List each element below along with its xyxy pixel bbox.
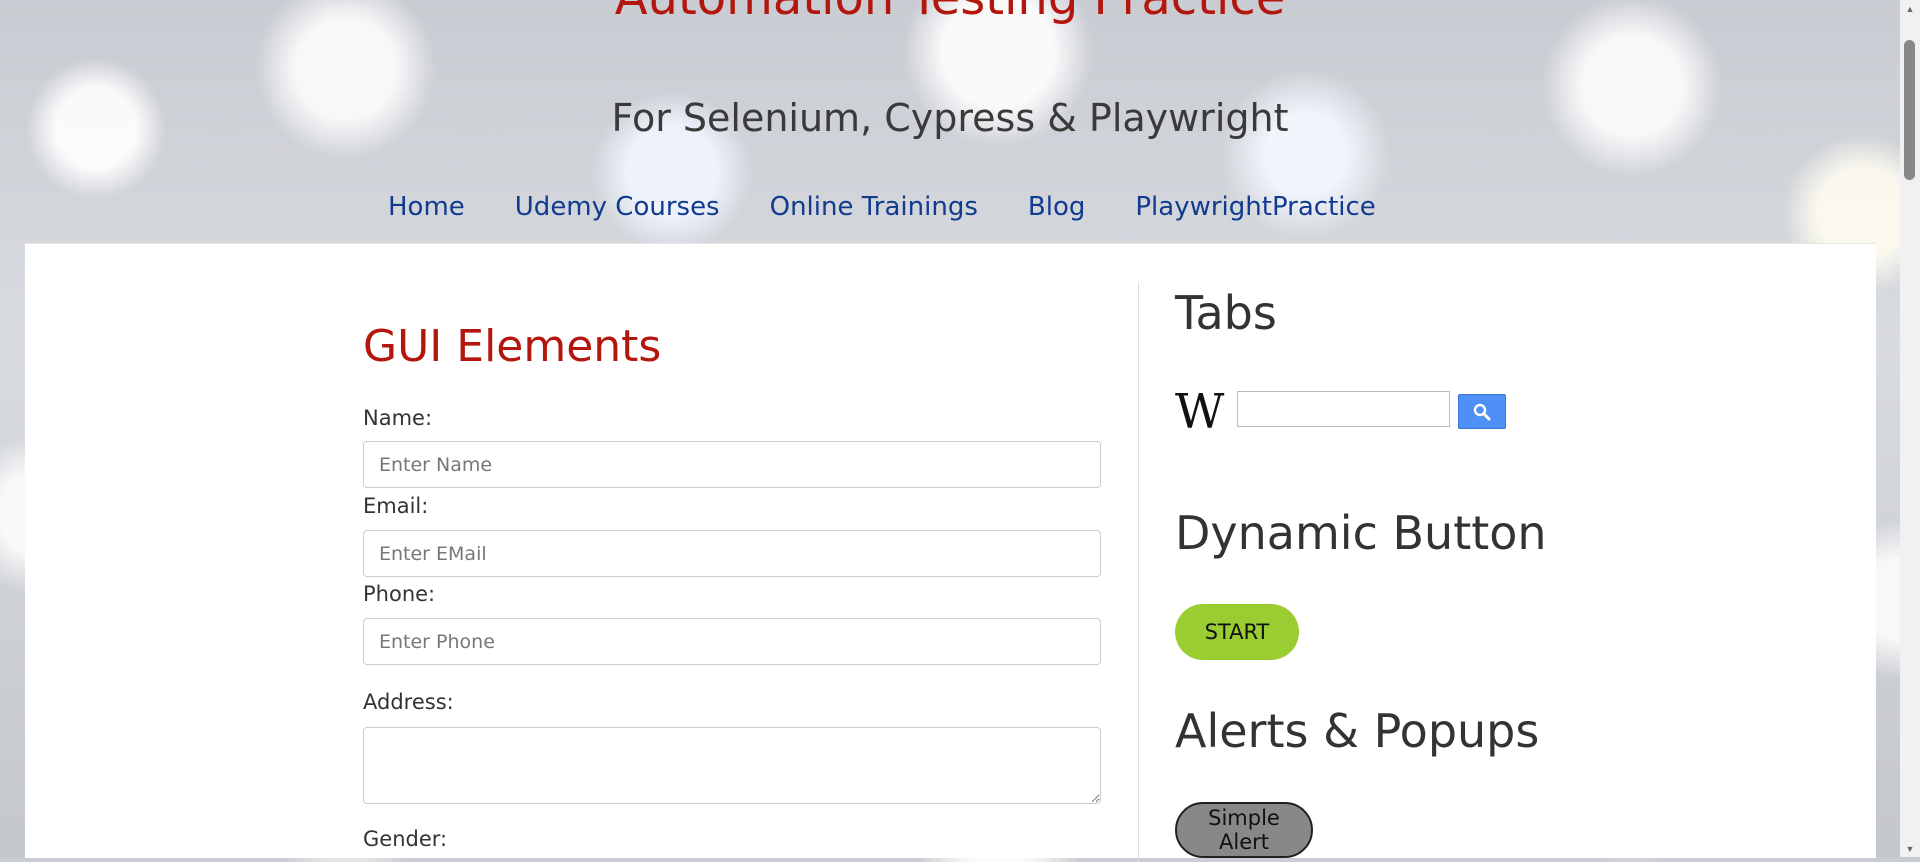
nav-playwright-practice[interactable]: PlaywrightPractice	[1135, 192, 1375, 222]
scroll-up-arrow-icon[interactable]: ▲	[1900, 0, 1920, 17]
address-textarea[interactable]	[363, 727, 1101, 804]
dynamic-button-title: Dynamic Button	[1175, 506, 1547, 560]
nav-blog[interactable]: Blog	[1028, 192, 1085, 222]
phone-input[interactable]	[363, 618, 1101, 665]
site-header: Automation Testing Practice For Selenium…	[0, 0, 1900, 243]
wikipedia-logo-icon: W	[1175, 384, 1225, 440]
nav-home[interactable]: Home	[388, 192, 465, 222]
main-content: GUI Elements Name: Email: Phone: Address…	[25, 243, 1876, 862]
wikipedia-search-button[interactable]	[1458, 394, 1506, 429]
scroll-down-arrow-icon[interactable]: ▼	[1900, 840, 1920, 857]
start-button[interactable]: START	[1175, 604, 1299, 660]
name-input[interactable]	[363, 441, 1101, 488]
site-title: Automation Testing Practice	[0, 0, 1900, 26]
search-icon	[1473, 403, 1491, 420]
page-scrollbar[interactable]: ▲ ▼	[1900, 0, 1920, 857]
address-label: Address:	[363, 690, 454, 714]
gender-label: Gender:	[363, 827, 448, 851]
email-input[interactable]	[363, 530, 1101, 577]
tabs-title: Tabs	[1175, 286, 1277, 340]
column-divider	[1138, 282, 1139, 862]
nav-online-trainings[interactable]: Online Trainings	[770, 192, 978, 222]
nav-udemy-courses[interactable]: Udemy Courses	[515, 192, 720, 222]
name-label: Name:	[363, 406, 433, 430]
main-nav: Home Udemy Courses Online Trainings Blog…	[388, 192, 1426, 222]
site-subtitle: For Selenium, Cypress & Playwright	[611, 96, 1289, 140]
gui-elements-title: GUI Elements	[363, 321, 662, 372]
alerts-popups-title: Alerts & Popups	[1175, 704, 1540, 758]
phone-label: Phone:	[363, 582, 436, 606]
scrollbar-thumb[interactable]	[1904, 40, 1915, 180]
wikipedia-search-input[interactable]	[1237, 391, 1450, 427]
simple-alert-button[interactable]: Simple Alert	[1175, 802, 1313, 858]
email-label: Email:	[363, 494, 429, 518]
